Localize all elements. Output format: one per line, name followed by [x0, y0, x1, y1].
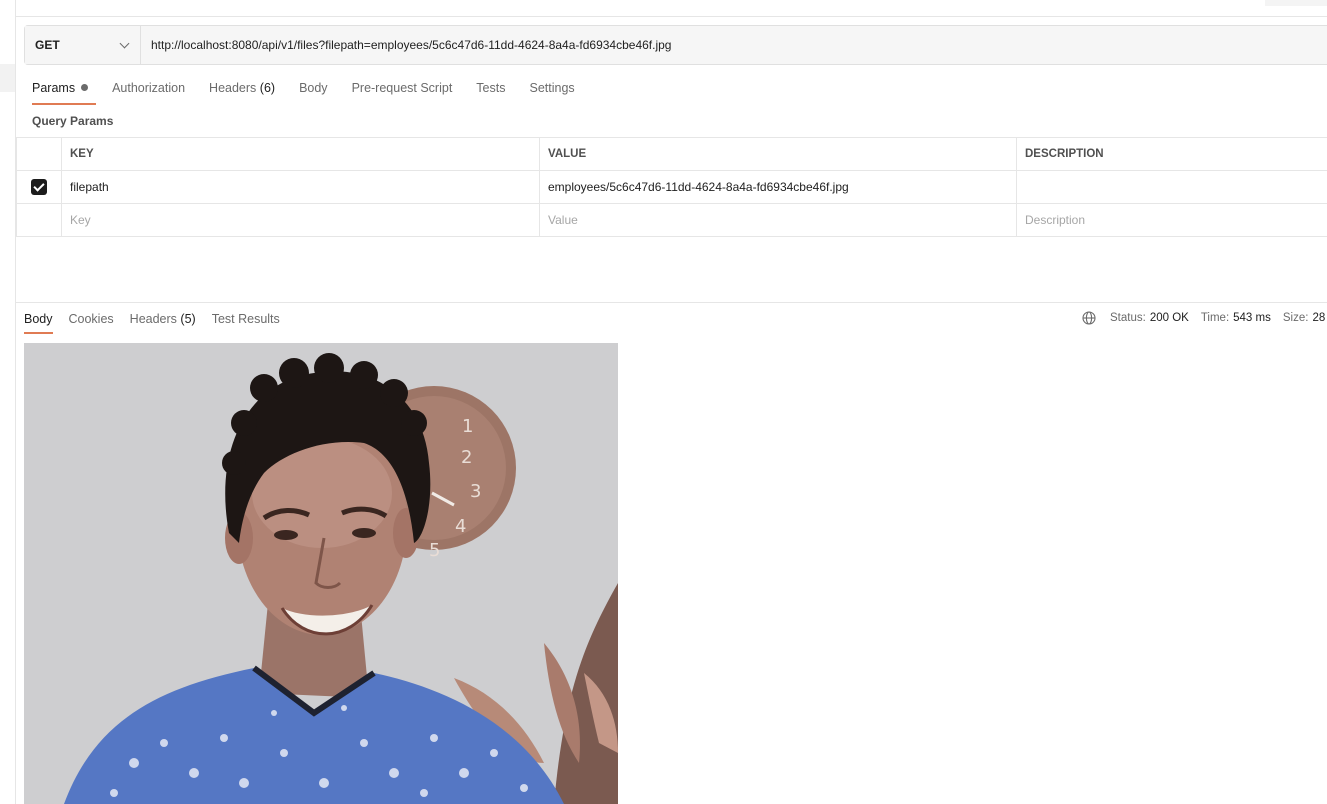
time-value[interactable]: 543 ms [1233, 312, 1271, 324]
table-row: filepath employees/5c6c47d6-11dd-4624-8a… [16, 170, 1327, 204]
query-params-table: KEY VALUE DESCRIPTION filepath employees… [16, 137, 1327, 237]
tab-headers[interactable]: Headers (6) [209, 78, 275, 106]
header-key: KEY [61, 137, 540, 171]
globe-icon[interactable] [1082, 311, 1096, 325]
request-url-bar: GET http://localhost:8080/api/v1/files?f… [24, 25, 1327, 65]
tab-response-headers[interactable]: Headers (5) [130, 309, 196, 329]
tab-settings[interactable]: Settings [529, 78, 574, 106]
method-select[interactable]: GET [25, 26, 141, 64]
query-params-title: Query Params [32, 114, 114, 128]
top-right-edge [1265, 0, 1327, 6]
tab-test-results[interactable]: Test Results [212, 309, 280, 329]
tab-params[interactable]: Params [32, 78, 97, 106]
response-status-bar: Status: 200 OK Time: 543 ms Size: 28 [1082, 311, 1327, 325]
sidebar-marker [0, 64, 15, 92]
tab-cookies[interactable]: Cookies [69, 309, 114, 329]
tab-response-body[interactable]: Body [24, 309, 53, 334]
table-header-row: KEY VALUE DESCRIPTION [16, 137, 1327, 171]
chevron-down-icon [119, 38, 130, 48]
method-label: GET [35, 38, 60, 52]
modified-dot-icon [81, 84, 89, 92]
tab-body-label: Body [299, 81, 328, 95]
tab-tests[interactable]: Tests [476, 78, 505, 106]
tab-settings-label: Settings [529, 81, 575, 95]
tab-tests-label: Tests [476, 81, 506, 95]
param-description-cell[interactable] [1016, 170, 1327, 204]
row-checkbox-cell [16, 170, 62, 204]
request-tabs: Params Authorization Headers (6) Body Pr… [32, 78, 599, 106]
svg-text:5: 5 [429, 540, 440, 561]
tab-params-label: Params [32, 81, 76, 95]
empty-checkbox-cell [16, 203, 62, 237]
svg-text:4: 4 [455, 516, 466, 537]
status-label: Status: [1110, 312, 1146, 324]
portrait-image: 1 2 3 4 5 [24, 343, 618, 804]
url-input[interactable]: http://localhost:8080/api/v1/files?filep… [141, 26, 1327, 64]
tab-authorization-label: Authorization [112, 81, 186, 95]
size-value[interactable]: 28 [1312, 312, 1325, 324]
tab-response-headers-count: (5) [180, 312, 196, 326]
key-placeholder-cell[interactable]: Key [61, 203, 540, 237]
svg-text:2: 2 [461, 447, 472, 468]
tab-response-headers-label: Headers [129, 312, 177, 326]
tab-pre-request-label: Pre-request Script [351, 81, 453, 95]
header-checkbox-cell [16, 137, 62, 171]
description-placeholder-cell[interactable]: Description [1016, 203, 1327, 237]
tab-headers-count: (6) [259, 81, 276, 95]
tab-body[interactable]: Body [299, 78, 328, 106]
header-description: DESCRIPTION [1016, 137, 1327, 171]
param-key-cell[interactable]: filepath [61, 170, 540, 204]
sidebar-edge [0, 0, 16, 804]
tab-response-body-label: Body [24, 312, 53, 326]
value-placeholder-cell[interactable]: Value [539, 203, 1017, 237]
tab-headers-label: Headers [209, 81, 257, 95]
time-label: Time: [1200, 312, 1230, 324]
header-value: VALUE [539, 137, 1017, 171]
top-divider [15, 16, 1327, 17]
response-divider [15, 302, 1327, 303]
response-image-preview: 1 2 3 4 5 [24, 343, 618, 804]
size-label: Size: [1282, 312, 1309, 324]
tab-authorization[interactable]: Authorization [112, 78, 185, 106]
response-tabs: Body Cookies Headers (5) Test Results [24, 309, 296, 334]
tab-test-results-label: Test Results [211, 312, 280, 326]
checkbox-checked-icon[interactable] [31, 179, 47, 195]
svg-text:1: 1 [462, 416, 473, 437]
tab-pre-request-script[interactable]: Pre-request Script [352, 78, 453, 106]
tab-cookies-label: Cookies [68, 312, 114, 326]
param-value-cell[interactable]: employees/5c6c47d6-11dd-4624-8a4a-fd6934… [539, 170, 1017, 204]
status-value[interactable]: 200 OK [1150, 312, 1189, 324]
table-row-empty: Key Value Description [16, 203, 1327, 237]
svg-text:3: 3 [470, 481, 481, 502]
